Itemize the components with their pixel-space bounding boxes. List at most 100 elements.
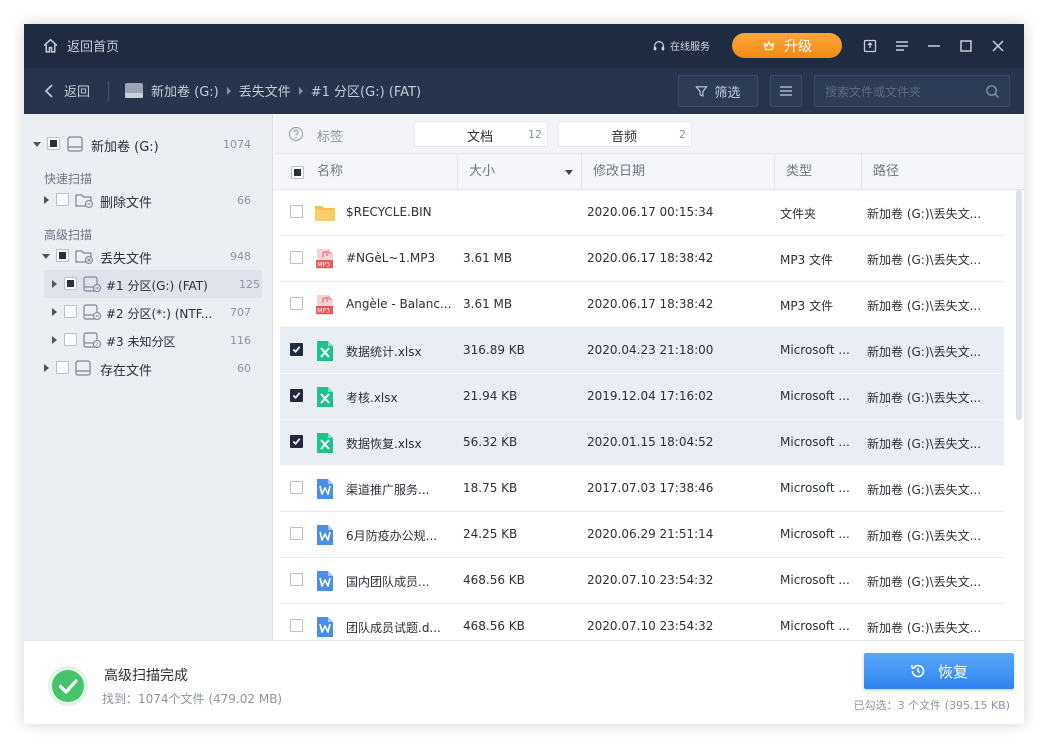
- minimize-button[interactable]: [924, 36, 944, 56]
- home-icon: [43, 38, 58, 53]
- breadcrumb-partition[interactable]: #1 分区(G:) (FAT): [311, 81, 421, 100]
- tree-item-partition-1[interactable]: #1 分区(G:) (FAT) 125: [44, 270, 262, 298]
- column-header-type[interactable]: 类型: [774, 154, 861, 190]
- back-to-home-link[interactable]: 返回首页: [42, 36, 119, 55]
- search-input[interactable]: [825, 82, 975, 102]
- file-modified-date: 2020.07.10 23:54:32: [587, 619, 714, 633]
- file-type: MP3 文件: [780, 253, 834, 267]
- row-checkbox[interactable]: [290, 573, 303, 586]
- tree-item-count: 60: [237, 362, 251, 375]
- toolbar: 返回 新加卷 (G:) 丢失文件 #1 分区(G:) (FAT) 筛选: [24, 68, 1024, 114]
- table-row[interactable]: 数据统计.xlsx 316.89 KB 2020.04.23 21:18:00 Mic…: [280, 328, 1004, 374]
- tree-item-lost-files[interactable]: 丢失文件 948: [24, 242, 273, 270]
- table-row[interactable]: MP3 #NGèL~1.MP3 3.61 MB 2020.06.17 18:38:42…: [280, 236, 1004, 282]
- select-all-checkbox[interactable]: [291, 166, 304, 179]
- tree-checkbox[interactable]: [64, 333, 77, 346]
- tree-item-partition-2[interactable]: #2 分区(*:) (NTF... 707: [24, 298, 273, 326]
- column-header-name[interactable]: 名称: [306, 154, 456, 190]
- tree-checkbox[interactable]: [64, 305, 77, 318]
- close-button[interactable]: [988, 36, 1008, 56]
- column-header-size[interactable]: 大小: [457, 154, 581, 190]
- tree-checkbox[interactable]: [56, 193, 69, 206]
- table-row[interactable]: 数据恢复.xlsx 56.32 KB 2020.01.15 18:04:52 Micr…: [280, 420, 1004, 466]
- tag-chip-documents[interactable]: 文档 12: [414, 121, 548, 147]
- scan-status-detail: 找到：1074个文件 (479.02 MB): [102, 692, 283, 706]
- collapse-arrow-icon[interactable]: [42, 254, 50, 259]
- expand-arrow-icon[interactable]: [52, 280, 57, 288]
- file-type: Microsoft ...: [780, 573, 850, 587]
- table-row[interactable]: 渠道推广服务... 18.75 KB 2017.07.03 17:38:46 Micr…: [280, 466, 1004, 512]
- tree-item-drive[interactable]: 新加卷 (G:) 1074: [24, 130, 273, 158]
- table-row[interactable]: 团队成员试题.d... 468.56 KB 2020.07.10 23:54:32 M…: [280, 604, 1004, 640]
- tree-item-label: 删除文件: [100, 196, 153, 211]
- tag-count: 12: [528, 128, 542, 141]
- file-path: 新加卷 (G:)\丢失文...: [867, 207, 982, 221]
- tree-checkbox[interactable]: [47, 137, 60, 150]
- file-name: 团队成员试题.d...: [346, 621, 441, 635]
- tree-item-existing-files[interactable]: 存在文件 60: [24, 354, 273, 382]
- column-header-date[interactable]: 修改日期: [581, 154, 774, 190]
- drive-icon: [125, 83, 143, 98]
- filter-button[interactable]: 筛选: [678, 75, 758, 107]
- table-row[interactable]: $RECYCLE.BIN 2020.06.17 00:15:34 文件夹 新加卷 (G…: [280, 190, 1004, 236]
- row-checkbox[interactable]: [290, 481, 303, 494]
- tree-checkbox[interactable]: [56, 249, 69, 262]
- row-checkbox[interactable]: [290, 435, 303, 448]
- feedback-button[interactable]: [860, 36, 880, 56]
- crown-icon: [764, 40, 774, 50]
- row-checkbox[interactable]: [290, 297, 303, 310]
- tree-item-label: 新加卷 (G:): [91, 140, 159, 155]
- upgrade-button[interactable]: 升级: [732, 33, 842, 58]
- expand-arrow-icon[interactable]: [52, 308, 57, 316]
- tree-checkbox[interactable]: [64, 277, 77, 290]
- file-modified-date: 2017.07.03 17:38:46: [587, 481, 714, 495]
- recover-button[interactable]: 恢复: [864, 653, 1014, 689]
- tree-item-label: #1 分区(G:) (FAT): [106, 279, 208, 293]
- partition-icon: [83, 304, 102, 321]
- table-row[interactable]: 国内团队成员... 468.56 KB 2020.07.10 23:54:32 Mic…: [280, 558, 1004, 604]
- row-checkbox[interactable]: [290, 389, 303, 402]
- breadcrumb-drive[interactable]: 新加卷 (G:): [151, 81, 219, 100]
- search-icon[interactable]: [985, 84, 1000, 99]
- recover-label: 恢复: [937, 662, 968, 681]
- online-service-link[interactable]: 在线服务: [652, 38, 710, 53]
- file-size: 468.56 KB: [463, 619, 525, 633]
- row-checkbox[interactable]: [290, 343, 303, 356]
- table-row[interactable]: 6月防疫办公规... 24.25 KB 2020.06.29 21:51:14 Mic…: [280, 512, 1004, 558]
- tree-item-deleted-files[interactable]: 删除文件 66: [24, 186, 273, 214]
- scrollbar-thumb[interactable]: [1016, 190, 1022, 420]
- tree-item-partition-3[interactable]: ? #3 未知分区 116: [24, 326, 273, 354]
- file-type: Microsoft ...: [780, 481, 850, 495]
- file-name: #NGèL~1.MP3: [346, 251, 436, 265]
- row-checkbox[interactable]: [290, 619, 303, 632]
- table-row[interactable]: MP3 Angèle - Balanc... 3.61 MB 2020.06.17 1…: [280, 282, 1004, 328]
- restore-icon: [910, 664, 925, 678]
- row-checkbox[interactable]: [290, 251, 303, 264]
- file-path: 新加卷 (G:)\丢失文...: [867, 253, 982, 267]
- table-row[interactable]: 考核.xlsx 21.94 KB 2019.12.04 17:16:02 Micros…: [280, 374, 1004, 420]
- expand-arrow-icon[interactable]: [52, 336, 57, 344]
- mp3-file-icon: MP3: [314, 248, 336, 270]
- column-header-path[interactable]: 路径: [861, 154, 1024, 190]
- back-button[interactable]: 返回: [42, 81, 90, 100]
- tag-chip-audio[interactable]: 音频 2: [558, 121, 692, 147]
- deleted-folder-icon: [75, 194, 94, 209]
- row-checkbox[interactable]: [290, 527, 303, 540]
- vertical-scrollbar[interactable]: [1016, 190, 1022, 640]
- maximize-button[interactable]: [956, 36, 976, 56]
- expand-arrow-icon[interactable]: [44, 196, 49, 204]
- collapse-arrow-icon[interactable]: [33, 142, 41, 147]
- svg-text:?: ?: [95, 342, 98, 348]
- drive-icon: [75, 360, 91, 376]
- tree-checkbox[interactable]: [56, 361, 69, 374]
- expand-arrow-icon[interactable]: [44, 364, 49, 372]
- file-name: 数据恢复.xlsx: [346, 437, 422, 451]
- view-list-button[interactable]: [770, 75, 802, 107]
- breadcrumb-lost-files[interactable]: 丢失文件: [239, 81, 291, 100]
- tree-item-count: 66: [237, 194, 251, 207]
- menu-button[interactable]: [892, 36, 912, 56]
- file-size: 56.32 KB: [463, 435, 518, 449]
- row-checkbox[interactable]: [290, 205, 303, 218]
- file-size: 316.89 KB: [463, 343, 525, 357]
- help-icon[interactable]: [288, 126, 304, 142]
